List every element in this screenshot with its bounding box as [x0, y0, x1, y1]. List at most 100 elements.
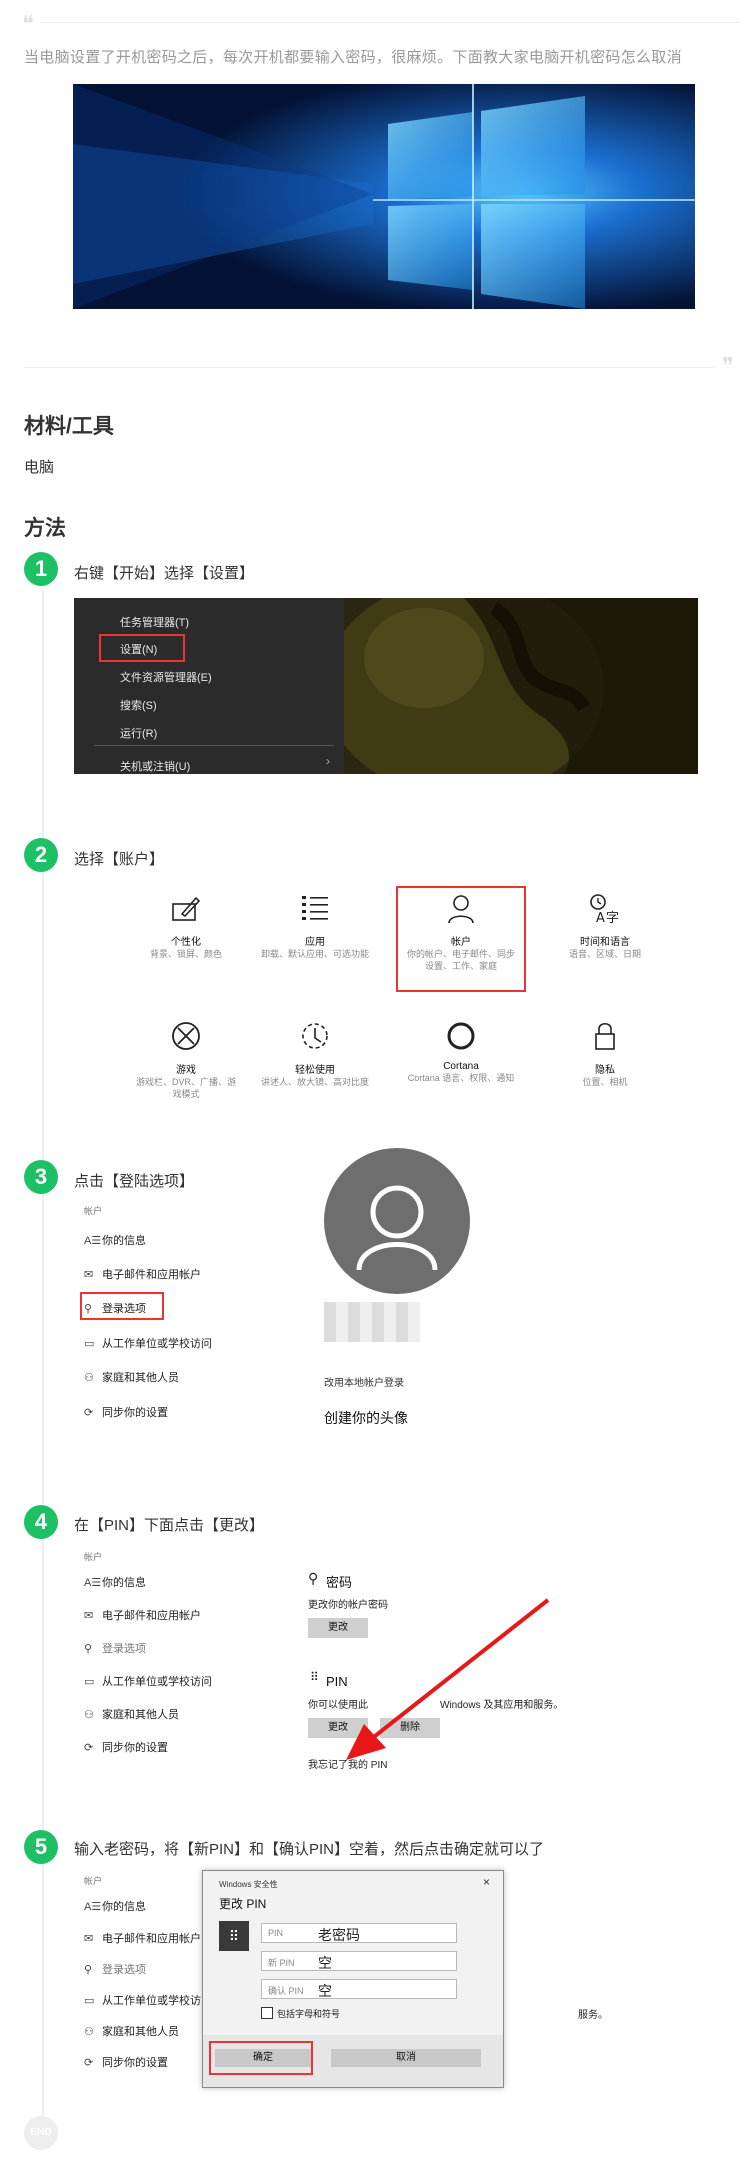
- sidebar-item-family[interactable]: ⚇ 家庭和其他人员: [84, 1706, 179, 1722]
- sidebar-item-work[interactable]: ▭ 从工作单位或学校访问: [84, 1335, 212, 1351]
- tile-personalization[interactable]: 个性化 背景、锁屏、颜色: [121, 892, 251, 960]
- menu-item-run[interactable]: 运行(R): [120, 725, 157, 741]
- step-4-number: 4: [24, 1505, 58, 1539]
- dialog-title: 更改 PIN: [219, 1897, 267, 1911]
- step-1-screenshot: 任务管理器(T) 设置(N) 文件资源管理器(E) 搜索(S) 运行(R) 关机…: [74, 598, 698, 774]
- materials-item: 电脑: [24, 459, 55, 476]
- tile-time-language[interactable]: A字 时间和语言 语音、区域、日期: [540, 892, 670, 960]
- menu-item-search[interactable]: 搜索(S): [120, 697, 157, 713]
- sidebar-item-sign-in[interactable]: ⚲ 登录选项: [84, 1640, 146, 1656]
- confirm-pin-field[interactable]: 确认 PIN 空: [261, 1979, 457, 2000]
- user-icon: [448, 895, 474, 924]
- cancel-button[interactable]: 取消: [331, 2049, 481, 2067]
- ok-highlight-box: [209, 2041, 313, 2075]
- step-2-text: 选择【账户】: [74, 851, 165, 868]
- sidebar-item-work[interactable]: ▭ 从工作单位或学校访问: [84, 1673, 212, 1689]
- menu-item-shutdown[interactable]: 关机或注销(U): [120, 758, 190, 774]
- info-icon: A☰: [84, 1900, 102, 1913]
- windows-hero-image: [73, 84, 695, 309]
- sidebar-item-sync[interactable]: ⟳ 同步你的设置: [84, 1739, 168, 1755]
- sidebar-section-label: 帐户: [84, 1552, 103, 1562]
- sidebar-item-email[interactable]: ✉ 电子邮件和应用帐户: [84, 1266, 201, 1282]
- avatar: [324, 1148, 470, 1294]
- briefcase-icon: ▭: [84, 1994, 95, 2007]
- tile-gaming[interactable]: 游戏 游戏栏、DVR、广播、游戏模式: [121, 1020, 251, 1100]
- sidebar-item-family[interactable]: ⚇ 家庭和其他人员: [84, 2023, 179, 2039]
- sidebar-section-label: 帐户: [84, 1876, 103, 1886]
- tile-subtitle: 背景、锁屏、颜色: [149, 949, 222, 959]
- list-icon: [302, 896, 328, 920]
- password-title: 密码: [326, 1575, 353, 1590]
- sidebar-item-your-info[interactable]: A☰ 你的信息: [84, 1574, 146, 1590]
- step-5-text: 输入老密码，将【新PIN】和【确认PIN】空着，然后点击确定就可以了: [74, 1841, 545, 1858]
- tile-title: 隐私: [595, 1065, 615, 1076]
- step-1-text: 右键【开始】选择【设置】: [74, 565, 255, 582]
- key-icon: ⚲: [84, 1642, 93, 1655]
- tile-cortana[interactable]: Cortana Cortana 语言、权限、通知: [396, 1020, 526, 1084]
- current-pin-field[interactable]: PIN 老密码: [261, 1923, 457, 1944]
- accounts-sidebar: 帐户 A☰ 你的信息 ✉ 电子邮件和应用帐户 ⚲ 登录选项 ▭ 从工作单位或学校访问 ⚇…: [84, 1546, 284, 1776]
- menu-item-file-explorer[interactable]: 文件资源管理器(E): [120, 669, 212, 685]
- tile-title: 个性化: [171, 937, 201, 948]
- field-value: 空: [318, 1956, 332, 1972]
- step-3-text: 点击【登陆选项】: [74, 1173, 195, 1190]
- local-account-link[interactable]: 改用本地帐户登录: [324, 1374, 404, 1389]
- method-heading: 方法: [24, 517, 66, 540]
- tile-title: Cortana: [443, 1061, 479, 1072]
- tile-title: 帐户: [451, 937, 471, 948]
- sign-in-highlight-box: [80, 1292, 164, 1320]
- people-icon: ⚇: [84, 1708, 94, 1721]
- sidebar-item-family[interactable]: ⚇ 家庭和其他人员: [84, 1369, 179, 1385]
- pin-keypad-icon: ⠿: [310, 1670, 319, 1684]
- svg-text:字: 字: [606, 911, 619, 924]
- close-icon[interactable]: ×: [483, 1875, 490, 1889]
- lock-icon: [595, 1022, 615, 1050]
- mail-icon: ✉: [84, 1609, 94, 1622]
- tile-subtitle: 位置、相机: [582, 1077, 628, 1087]
- sidebar-item-email[interactable]: ✉ 电子邮件和应用帐户: [84, 1930, 201, 1946]
- wallpaper: [324, 598, 698, 774]
- pin-keypad-icon: ⠿: [219, 1921, 249, 1951]
- step-5-number: 5: [24, 1830, 58, 1864]
- mail-icon: ✉: [84, 1268, 94, 1281]
- sidebar-item-your-info[interactable]: A☰ 你的信息: [84, 1898, 146, 1914]
- sidebar-item-your-info[interactable]: A☰ 你的信息: [84, 1232, 146, 1248]
- sidebar-item-email[interactable]: ✉ 电子邮件和应用帐户: [84, 1607, 201, 1623]
- step-4-text: 在【PIN】下面点击【更改】: [74, 1517, 265, 1534]
- sidebar-item-work[interactable]: ▭ 从工作单位或学校访问: [84, 1992, 212, 2008]
- change-pin-dialog: Windows 安全性 × 更改 PIN ⠿ PIN 老密码 新 PIN 空 确…: [202, 1870, 504, 2088]
- field-value: 空: [318, 1984, 332, 2000]
- tile-accounts[interactable]: 帐户 你的帐户、电子邮件、同步设置、工作、家庭: [396, 892, 526, 972]
- tile-ease-of-access[interactable]: 轻松使用 讲述人、放大镜、高对比度: [250, 1020, 380, 1088]
- tile-subtitle: 讲述人、放大镜、高对比度: [260, 1077, 369, 1087]
- checkbox-label: 包括字母和符号: [277, 2009, 341, 2019]
- end-marker: END: [24, 2116, 58, 2150]
- materials-heading: 材料/工具: [24, 415, 114, 438]
- sidebar-item-sign-in[interactable]: ⚲ 登录选项: [84, 1961, 146, 1977]
- sidebar-item-sync[interactable]: ⟳ 同步你的设置: [84, 2054, 168, 2070]
- create-avatar-title: 创建你的头像: [324, 1410, 408, 1426]
- tile-title: 时间和语言: [580, 937, 630, 948]
- sidebar-item-sync[interactable]: ⟳ 同步你的设置: [84, 1404, 168, 1420]
- tile-apps[interactable]: 应用 卸载、默认应用、可选功能: [250, 892, 380, 960]
- svg-text:A: A: [596, 911, 605, 924]
- tile-title: 轻松使用: [295, 1065, 335, 1076]
- new-pin-field[interactable]: 新 PIN 空: [261, 1951, 457, 1972]
- sync-icon: ⟳: [84, 2056, 94, 2069]
- timeline-line: [42, 590, 44, 2120]
- field-placeholder: PIN: [268, 1928, 284, 1938]
- field-placeholder: 新 PIN: [268, 1958, 295, 1968]
- menu-item-task-manager[interactable]: 任务管理器(T): [120, 614, 189, 630]
- step-2-number: 2: [24, 838, 58, 872]
- key-icon: ⚲: [308, 1570, 319, 1586]
- accounts-sidebar: 帐户 A☰ 你的信息 ✉ 电子邮件和应用帐户 ⚲ 登录选项 ▭ 从工作单位或学校访问 ⚇…: [80, 1196, 304, 1436]
- field-placeholder: 确认 PIN: [268, 1986, 304, 1996]
- step-2-screenshot: 个性化 背景、锁屏、颜色 应用 卸载、默认应用、可选功能 帐户 你的帐户、电子邮…: [74, 880, 698, 1110]
- tile-title: 应用: [305, 937, 325, 948]
- people-icon: ⚇: [84, 2025, 94, 2038]
- briefcase-icon: ▭: [84, 1675, 95, 1688]
- tile-privacy[interactable]: 隐私 位置、相机: [540, 1020, 670, 1088]
- key-icon: ⚲: [84, 1963, 93, 1976]
- quote-close-mark: ❞: [722, 354, 734, 379]
- include-letters-checkbox[interactable]: [261, 2007, 273, 2019]
